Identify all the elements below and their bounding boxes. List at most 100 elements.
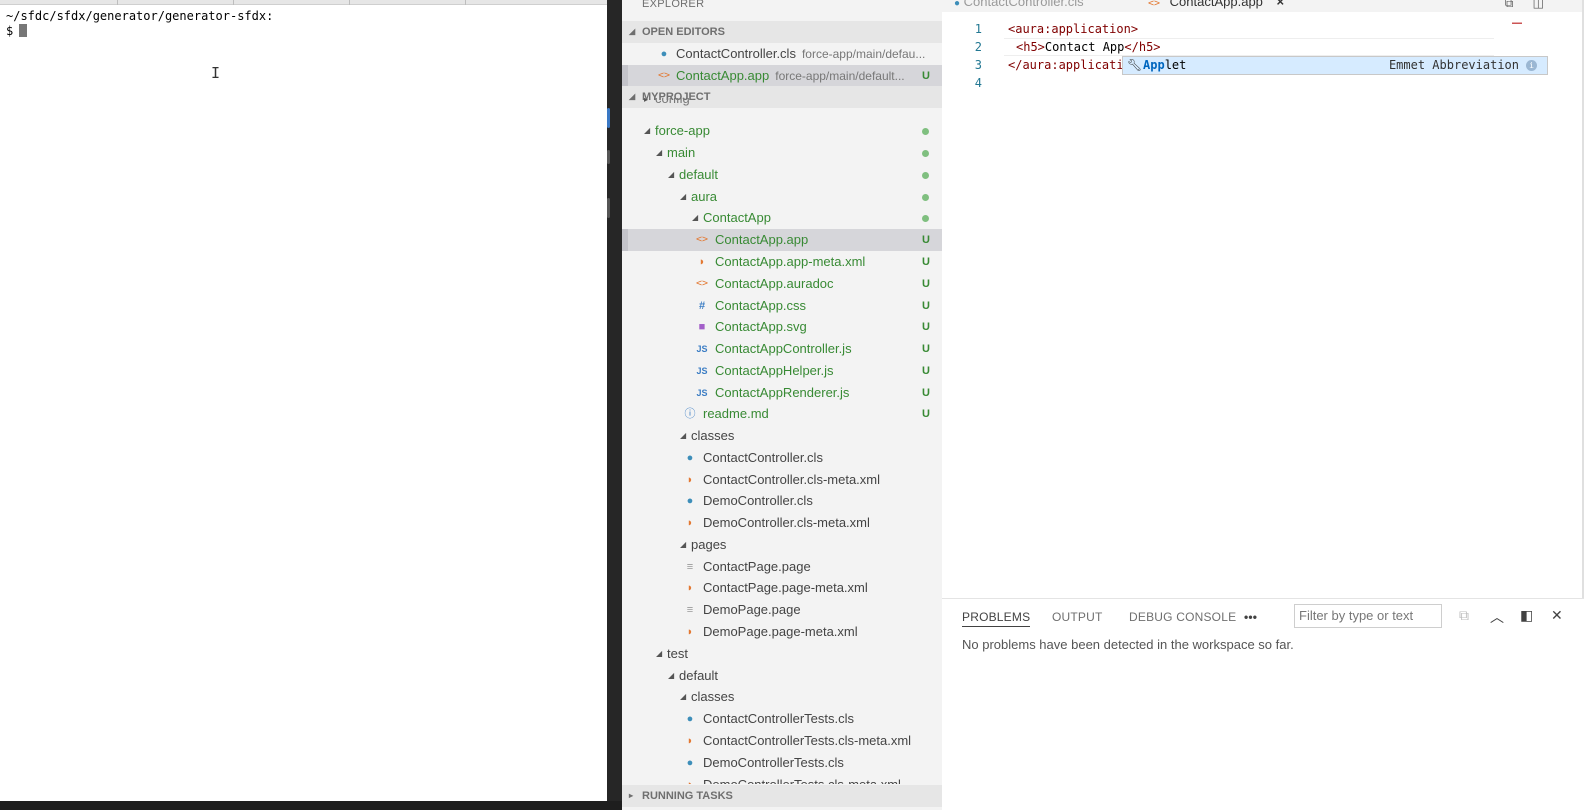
minimap[interactable]: ▬▬ <box>1512 20 1532 26</box>
tree-file[interactable]: JS ContactAppHelper.js U <box>622 360 942 382</box>
git-untracked-badge: U <box>922 300 930 312</box>
tree-label: DemoControllerTests.cls-meta.xml <box>703 774 901 784</box>
rss-icon: ◗ <box>686 474 694 486</box>
chevron-up-icon[interactable]: ︿ <box>1490 607 1504 627</box>
tree-file[interactable]: ≡ ContactPage.page <box>622 556 942 578</box>
html-tag-icon: <> <box>695 278 709 289</box>
tree-label: ContactAppHelper.js <box>715 363 834 378</box>
running-tasks-header[interactable]: ▸ RUNNING TASKS <box>622 785 942 807</box>
git-modified-dot <box>922 172 929 179</box>
tab-debug-console[interactable]: DEBUG CONSOLE <box>1129 610 1236 624</box>
html-tag-icon: <> <box>1148 0 1161 9</box>
explorer-sidebar: EXPLORER ◢ OPEN EDITORS ● ContactControl… <box>622 0 942 810</box>
tab-problems[interactable]: PROBLEMS <box>962 610 1031 627</box>
rss-icon: ◗ <box>698 256 706 268</box>
tree-file[interactable]: ● DemoControllerTests.cls <box>622 752 942 774</box>
apex-class-icon: ● <box>660 48 668 60</box>
tree-file[interactable]: ≡ DemoPage.page <box>622 599 942 621</box>
open-editor-item[interactable]: ● ContactController.cls force-app/main/de… <box>622 43 942 65</box>
git-modified-dot <box>922 215 929 222</box>
terminal-tab-strip <box>0 0 607 5</box>
open-preview-icon[interactable]: ⧉ <box>1505 0 1514 10</box>
code-editor[interactable]: ● ContactController.cls <> ContactApp.ap… <box>942 0 1584 598</box>
tree-folder[interactable]: ◢ ContactApp <box>622 207 942 229</box>
chevron-right-icon: ▸ <box>629 791 634 800</box>
rss-icon: ◗ <box>686 626 694 638</box>
tree-file[interactable]: ● DemoController.cls <box>622 490 942 512</box>
tab-contact-app[interactable]: <> ContactApp.app × <box>1148 0 1284 9</box>
chevron-down-icon: ◢ <box>680 692 687 701</box>
autocomplete-suggestion[interactable]: 🔧︎ Applet Emmet Abbreviation i <box>1122 56 1548 75</box>
terminal-pane[interactable]: ~/sfdc/sfdx/generator/generator-sfdx: $ … <box>0 0 607 801</box>
tree-folder[interactable]: ▸ config <box>622 98 942 110</box>
tree-label: config <box>655 98 690 106</box>
explorer-title: EXPLORER <box>642 0 705 10</box>
suggestion-detail: Emmet Abbreviation <box>1388 58 1519 72</box>
tree-label: ContactPage.page-meta.xml <box>703 580 868 595</box>
tree-folder[interactable]: ◢ test <box>622 643 942 665</box>
tree-file[interactable]: ◗ DemoPage.page-meta.xml <box>622 621 942 643</box>
chevron-down-icon: ◢ <box>680 431 687 440</box>
tree-file[interactable]: ■ ContactApp.svg U <box>622 316 942 338</box>
open-editors-header[interactable]: ◢ OPEN EDITORS <box>622 21 942 43</box>
split-editor-icon[interactable]: ◫ <box>1533 0 1544 10</box>
git-untracked-badge: U <box>922 321 930 333</box>
tree-label: ContactApp.app <box>715 232 809 247</box>
tree-file[interactable]: ◗ ContactApp.app-meta.xml U <box>622 251 942 273</box>
tree-file[interactable]: ◗ ContactController.cls-meta.xml <box>622 469 942 491</box>
tree-file[interactable]: # ContactApp.css U <box>622 295 942 317</box>
tree-label: ContactControllerTests.cls <box>703 711 854 726</box>
suggestion-rest: let <box>1164 58 1187 72</box>
terminal-cursor <box>19 24 28 37</box>
close-panel-icon[interactable]: ✕ <box>1551 607 1563 624</box>
chevron-down-icon: ◢ <box>668 671 675 680</box>
collapse-all-icon[interactable]: ⧉ <box>1459 607 1469 624</box>
tree-folder[interactable]: ◢ pages <box>622 534 942 556</box>
tree-file[interactable]: ● ContactControllerTests.cls <box>622 708 942 730</box>
tree-folder[interactable]: ◢ aura <box>622 186 942 208</box>
close-icon[interactable]: × <box>1277 0 1285 9</box>
tree-file[interactable]: <> ContactApp.auradoc U <box>622 273 942 295</box>
tree-file[interactable]: ◗ ContactPage.page-meta.xml <box>622 577 942 599</box>
tree-file[interactable]: JS ContactAppController.js U <box>622 338 942 360</box>
tree-label: pages <box>691 537 727 552</box>
tree-file[interactable]: ◗ ContactControllerTests.cls-meta.xml <box>622 730 942 752</box>
git-modified-dot <box>922 150 929 157</box>
open-editor-item[interactable]: <> ContactApp.app force-app/main/default.… <box>622 65 942 87</box>
tree-folder[interactable]: ◢ classes <box>622 686 942 708</box>
git-untracked-badge: U <box>922 343 930 355</box>
tab-contact-controller[interactable]: ● ContactController.cls <box>954 0 1084 9</box>
tab-output[interactable]: OUTPUT <box>1052 610 1103 624</box>
git-untracked-badge: U <box>922 256 930 268</box>
page-icon: ≡ <box>686 604 694 616</box>
hash-icon: # <box>698 300 706 312</box>
html-tag-icon: <> <box>695 234 709 245</box>
tree-folder[interactable]: ◢ force-app <box>622 120 942 142</box>
tree-label: DemoPage.page-meta.xml <box>703 624 858 639</box>
rss-icon: ◗ <box>686 582 694 594</box>
js-icon: JS <box>696 366 708 376</box>
tree-file[interactable]: ◗ DemoControllerTests.cls-meta.xml <box>622 774 942 784</box>
terminal-prompt-line[interactable]: $ <box>6 24 28 38</box>
terminal-prompt: $ <box>6 24 14 38</box>
tree-label: ContactPage.page <box>703 559 811 574</box>
git-untracked-badge: U <box>922 234 930 246</box>
tree-folder[interactable]: ◢ default <box>622 164 942 186</box>
tree-file[interactable]: ⓘ readme.md U <box>622 403 942 425</box>
apex-class-icon: ● <box>686 495 694 507</box>
tree-file[interactable]: ● ContactController.cls <box>622 447 942 469</box>
tree-label: ContactApp.app-meta.xml <box>715 254 866 269</box>
tree-label: default <box>679 668 719 683</box>
apex-class-icon: ● <box>686 452 694 464</box>
tree-folder[interactable]: ◢ default <box>622 665 942 687</box>
tree-folder[interactable]: ◢ main <box>622 142 942 164</box>
more-actions-icon[interactable]: ••• <box>1244 610 1257 624</box>
tree-folder[interactable]: ◢ classes <box>622 425 942 447</box>
code-line-3: </aura:applicati <box>1008 58 1124 72</box>
toggle-panel-position-icon[interactable]: ◧ <box>1520 607 1533 624</box>
tree-file[interactable]: <> ContactApp.app U <box>622 229 942 251</box>
info-icon[interactable]: i <box>1526 60 1537 71</box>
problems-filter-input[interactable]: Filter by type or text <box>1294 604 1442 628</box>
tree-file[interactable]: ◗ DemoController.cls-meta.xml <box>622 512 942 534</box>
tree-file[interactable]: JS ContactAppRenderer.js U <box>622 382 942 404</box>
